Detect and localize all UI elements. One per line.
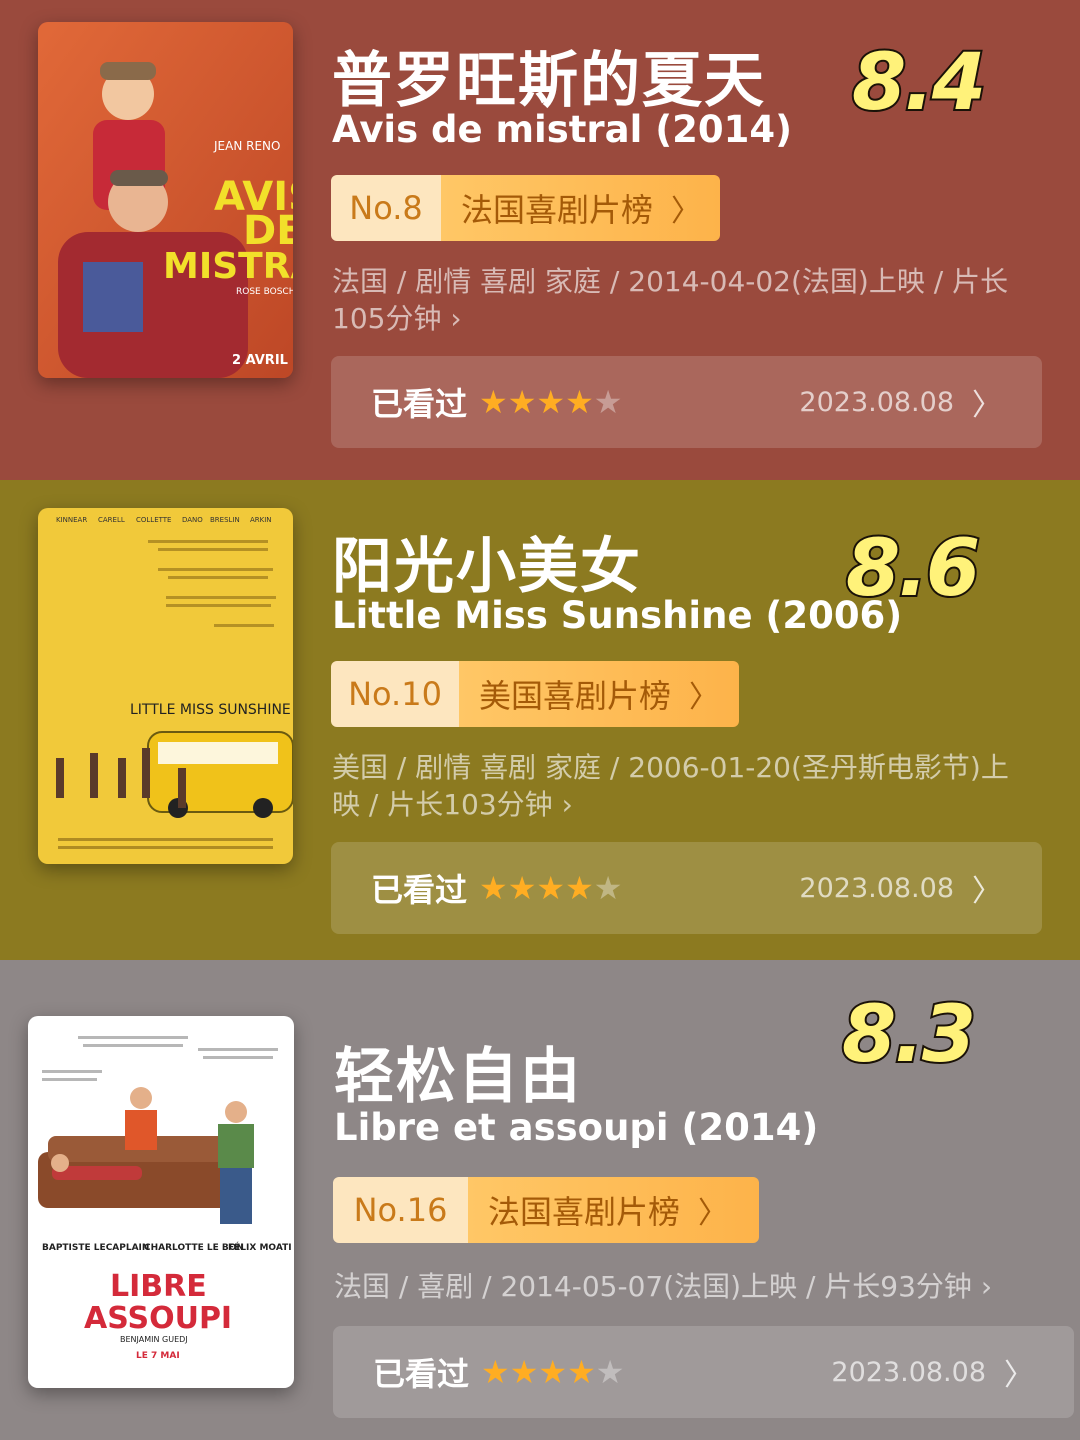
star-empty-icon: ★ xyxy=(593,383,623,421)
poster-cast: KINNEAR xyxy=(56,516,87,524)
poster-actor: JEAN RENO xyxy=(213,139,280,153)
poster-cast: FÉLIX MOATI xyxy=(228,1241,292,1253)
rank-badge[interactable]: No.16 法国喜剧片榜 〉 xyxy=(333,1177,759,1243)
poster-title-line: ASSOUPI xyxy=(84,1301,232,1336)
star-filled-icon: ★ xyxy=(538,1353,568,1391)
chevron-right-icon: 〉 xyxy=(972,388,1002,423)
rating-stars: ★ ★ ★ ★ ★ xyxy=(479,386,622,418)
rank-list: 美国喜剧片榜 〉 xyxy=(459,661,739,727)
poster-date: LE 7 MAI xyxy=(136,1351,180,1361)
rank-list: 法国喜剧片榜 〉 xyxy=(468,1177,759,1243)
rank-list: 法国喜剧片榜 〉 xyxy=(441,175,720,241)
poster-director: BENJAMIN GUEDJ xyxy=(120,1335,188,1344)
movie-meta[interactable]: 法国 / 喜剧 / 2014-05-07(法国)上映 / 片长93分钟 › xyxy=(334,1268,1054,1305)
poster-cast: DANO xyxy=(182,516,203,524)
poster-title-line: MISTRAL xyxy=(163,246,293,287)
movie-score: 8.6 xyxy=(844,522,982,616)
movie-card-3[interactable]: BAPTISTE LECAPLAIN CHARLOTTE LE BON FÉLI… xyxy=(0,960,1080,1440)
star-filled-icon: ★ xyxy=(507,869,537,907)
meta-line: 法国 / 喜剧 / 2014-05-07(法国)上映 / 片长93分钟 xyxy=(334,1270,972,1303)
poster-title-line: LIBRE xyxy=(110,1269,207,1304)
star-filled-icon: ★ xyxy=(509,1353,539,1391)
rank-badge[interactable]: No.8 法国喜剧片榜 〉 xyxy=(331,175,720,241)
rank-number: No.10 xyxy=(331,661,459,727)
star-filled-icon: ★ xyxy=(536,383,566,421)
watched-bar[interactable]: 已看过 ★ ★ ★ ★ ★ 2023.08.08 〉 xyxy=(331,356,1042,448)
chevron-right-icon: 〉 xyxy=(698,1196,729,1231)
poster-cast: CARELL xyxy=(98,516,125,524)
rating-stars: ★ ★ ★ ★ ★ xyxy=(481,1356,624,1388)
watched-bar[interactable]: 已看过 ★ ★ ★ ★ ★ 2023.08.08 〉 xyxy=(333,1326,1074,1418)
star-filled-icon: ★ xyxy=(565,869,594,907)
star-empty-icon: ★ xyxy=(595,1353,625,1391)
movie-meta[interactable]: 美国 / 剧情 喜剧 家庭 / 2006-01-20(圣丹斯电影节)上 映 / … xyxy=(332,749,1032,823)
movie-title-cn: 普罗旺斯的夏天 xyxy=(332,46,766,116)
meta-line: 映 / 片长103分钟 xyxy=(332,788,553,821)
poster-date: 2 AVRIL xyxy=(232,353,288,368)
poster-cast: BAPTISTE LECAPLAIN xyxy=(42,1243,149,1253)
movie-poster[interactable]: KINNEAR CARELL COLLETTE DANO BRESLIN ARK… xyxy=(38,508,293,864)
movie-poster[interactable]: BAPTISTE LECAPLAIN CHARLOTTE LE BON FÉLI… xyxy=(28,1016,294,1388)
rank-number: No.8 xyxy=(331,175,441,241)
rank-list-name: 美国喜剧片榜 xyxy=(479,677,672,715)
chevron-right-icon: 〉 xyxy=(671,194,702,229)
movie-poster[interactable]: JEAN RENO AVIS DE MISTRAL ROSE BOSCH 2 A… xyxy=(38,22,293,378)
movie-meta[interactable]: 法国 / 剧情 喜剧 家庭 / 2014-04-02(法国)上映 / 片长 10… xyxy=(332,263,1032,337)
poster-cast: BRESLIN xyxy=(210,516,240,524)
movie-title-cn: 轻松自由 xyxy=(334,1042,582,1112)
watched-date: 2023.08.08 xyxy=(799,386,954,418)
movie-score: 8.3 xyxy=(840,988,978,1082)
chevron-right-icon: › xyxy=(450,302,462,335)
watched-date: 2023.08.08 xyxy=(799,872,954,904)
meta-line: 美国 / 剧情 喜剧 家庭 / 2006-01-20(圣丹斯电影节)上 xyxy=(332,751,1009,784)
rating-stars: ★ ★ ★ ★ ★ xyxy=(479,872,622,904)
movie-title-en: Avis de mistral (2014) xyxy=(332,108,793,151)
watched-label: 已看过 xyxy=(371,385,468,423)
meta-line: 法国 / 剧情 喜剧 家庭 / 2014-04-02(法国)上映 / 片长 xyxy=(332,265,1009,298)
poster-cast: COLLETTE xyxy=(136,516,171,524)
movie-title-en: Libre et assoupi (2014) xyxy=(334,1106,819,1149)
rank-list-name: 法国喜剧片榜 xyxy=(488,1193,681,1231)
star-filled-icon: ★ xyxy=(565,383,594,421)
chevron-right-icon: 〉 xyxy=(689,680,720,715)
movie-title-en: Little Miss Sunshine (2006) xyxy=(332,594,903,637)
star-filled-icon: ★ xyxy=(479,869,508,907)
chevron-right-icon: 〉 xyxy=(1004,1358,1034,1393)
star-filled-icon: ★ xyxy=(567,1353,596,1391)
movie-title-cn: 阳光小美女 xyxy=(332,532,642,602)
movie-card-2[interactable]: KINNEAR CARELL COLLETTE DANO BRESLIN ARK… xyxy=(0,480,1080,960)
chevron-right-icon: 〉 xyxy=(972,874,1002,909)
star-filled-icon: ★ xyxy=(479,383,508,421)
movie-score: 8.4 xyxy=(850,36,988,130)
rank-badge[interactable]: No.10 美国喜剧片榜 〉 xyxy=(331,661,739,727)
rank-number: No.16 xyxy=(333,1177,468,1243)
watched-bar[interactable]: 已看过 ★ ★ ★ ★ ★ 2023.08.08 〉 xyxy=(331,842,1042,934)
star-filled-icon: ★ xyxy=(507,383,537,421)
movie-card-1[interactable]: JEAN RENO AVIS DE MISTRAL ROSE BOSCH 2 A… xyxy=(0,0,1080,480)
poster-title: LITTLE MISS SUNSHINE xyxy=(130,702,291,718)
meta-line: 105分钟 xyxy=(332,302,442,335)
watched-date: 2023.08.08 xyxy=(831,1356,986,1388)
chevron-right-icon: › xyxy=(561,788,573,821)
star-filled-icon: ★ xyxy=(481,1353,510,1391)
watched-label: 已看过 xyxy=(373,1355,470,1393)
poster-director: ROSE BOSCH xyxy=(236,287,293,297)
poster-cast: ARKIN xyxy=(250,516,272,524)
chevron-right-icon: › xyxy=(980,1270,993,1303)
rank-list-name: 法国喜剧片榜 xyxy=(461,191,654,229)
watched-label: 已看过 xyxy=(371,871,468,909)
star-filled-icon: ★ xyxy=(536,869,566,907)
star-empty-icon: ★ xyxy=(593,869,623,907)
